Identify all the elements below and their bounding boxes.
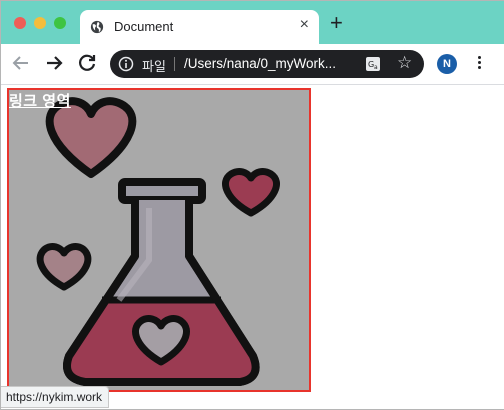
globe-icon: [90, 20, 104, 34]
back-arrow-icon[interactable]: [8, 50, 34, 76]
forward-arrow-icon[interactable]: [41, 50, 67, 76]
address-divider: [174, 57, 175, 71]
heart-icon: [36, 242, 92, 291]
url-text[interactable]: /Users/nana/0_myWork...: [184, 56, 336, 71]
tab-title: Document: [114, 19, 174, 34]
status-bar-url: https://nykim.work: [0, 386, 110, 408]
page-content: 링크 영역: [0, 85, 504, 409]
toolbar: 파일 /Users/nana/0_myWork... G a ☆ N: [0, 44, 504, 85]
flask-icon: [36, 97, 280, 386]
address-bar[interactable]: 파일 /Users/nana/0_myWork... G a ☆: [110, 50, 424, 78]
tab-strip: Document × +: [0, 0, 504, 44]
info-icon[interactable]: [118, 56, 134, 72]
link-area-label[interactable]: 링크 영역: [9, 90, 71, 111]
minimize-window-button[interactable]: [34, 17, 46, 29]
heart-icon: [45, 97, 137, 178]
close-window-button[interactable]: [14, 17, 26, 29]
scheme-label: 파일: [142, 59, 166, 74]
reload-icon[interactable]: [74, 50, 100, 76]
svg-text:a: a: [374, 64, 378, 71]
new-tab-button[interactable]: +: [330, 12, 343, 34]
tab-document[interactable]: Document ×: [80, 10, 319, 44]
link-area[interactable]: 링크 영역: [7, 88, 311, 392]
avatar[interactable]: N: [437, 54, 457, 74]
tab-close-icon[interactable]: ×: [300, 16, 309, 34]
browser-window: Document × + 파일 /Users/nana/0_myWork...: [0, 0, 504, 410]
zoom-window-button[interactable]: [54, 17, 66, 29]
menu-kebab-icon[interactable]: [476, 54, 482, 74]
heart-icon: [222, 167, 280, 217]
translate-icon[interactable]: G a: [365, 56, 381, 72]
star-icon[interactable]: ☆: [397, 53, 412, 73]
